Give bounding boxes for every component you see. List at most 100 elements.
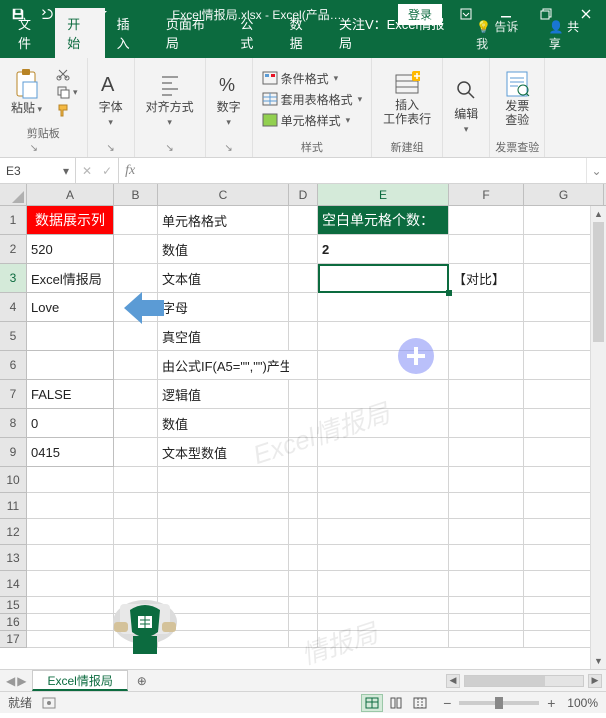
cell-a8[interactable]: 0 xyxy=(27,409,114,438)
share-button[interactable]: 👤 共享 xyxy=(539,12,600,58)
cell-a7[interactable]: FALSE xyxy=(27,380,114,409)
cell-f16[interactable] xyxy=(449,614,524,631)
format-painter-button[interactable] xyxy=(52,102,82,118)
cell-b6[interactable] xyxy=(114,351,158,380)
cell-b2[interactable] xyxy=(114,235,158,264)
scroll-up-icon[interactable]: ▲ xyxy=(591,206,606,222)
cell-b5[interactable] xyxy=(114,322,158,351)
cell-a4[interactable]: Love xyxy=(27,293,114,322)
copy-button[interactable]: ▾ xyxy=(52,84,82,100)
cell-f9[interactable] xyxy=(449,438,524,467)
cell-a3[interactable]: Excel情报局 xyxy=(27,264,114,293)
cell-e1[interactable]: 空白单元格个数： xyxy=(318,206,449,235)
cell-c4[interactable]: 字母 xyxy=(158,293,289,322)
col-header-c[interactable]: C xyxy=(158,184,289,205)
cell-a5[interactable] xyxy=(27,322,114,351)
horizontal-scrollbar[interactable] xyxy=(464,675,584,687)
arrow-shape[interactable] xyxy=(124,290,166,326)
tab-file[interactable]: 文件 xyxy=(6,8,55,58)
cell-f14[interactable] xyxy=(449,571,524,597)
cell-a6[interactable] xyxy=(27,351,114,380)
cell-b11[interactable] xyxy=(114,493,158,519)
alignment-dropdown[interactable]: 对齐方式▾ xyxy=(140,69,200,131)
number-dropdown[interactable]: %数字▾ xyxy=(211,69,247,131)
zoom-slider-track[interactable] xyxy=(459,701,539,705)
row-header[interactable]: 2 xyxy=(0,235,27,264)
row-header[interactable]: 17 xyxy=(0,631,27,648)
cell-d13[interactable] xyxy=(289,545,318,571)
name-box-dropdown-icon[interactable]: ▾ xyxy=(63,164,69,178)
cell-e14[interactable] xyxy=(318,571,449,597)
row-header[interactable]: 3 xyxy=(0,264,27,293)
cell-b10[interactable] xyxy=(114,467,158,493)
cell-e15[interactable] xyxy=(318,597,449,614)
col-header-e[interactable]: E xyxy=(318,184,449,205)
insert-sheet-row-button[interactable]: 插入 工作表行 xyxy=(377,69,437,129)
tell-me-input[interactable]: 💡 告诉我 xyxy=(466,12,539,58)
hscroll-right-icon[interactable]: ▶ xyxy=(588,674,602,688)
cell-c7[interactable]: 逻辑值 xyxy=(158,380,289,409)
zoom-slider-thumb[interactable] xyxy=(495,697,503,709)
cell-d2[interactable] xyxy=(289,235,318,264)
cell-f10[interactable] xyxy=(449,467,524,493)
paste-button[interactable]: 粘贴 ▾ xyxy=(5,66,48,118)
col-header-b[interactable]: B xyxy=(114,184,158,205)
new-sheet-button[interactable]: ⊕ xyxy=(128,670,156,691)
cell-c11[interactable] xyxy=(158,493,289,519)
row-header[interactable]: 5 xyxy=(0,322,27,351)
cell-e3[interactable] xyxy=(318,264,449,293)
cell-d16[interactable] xyxy=(289,614,318,631)
col-header-g[interactable]: G xyxy=(524,184,604,205)
row-header[interactable]: 4 xyxy=(0,293,27,322)
cell-f4[interactable] xyxy=(449,293,524,322)
cell-c13[interactable] xyxy=(158,545,289,571)
cell-c2[interactable]: 数值 xyxy=(158,235,289,264)
hscroll-left-icon[interactable]: ◀ xyxy=(446,674,460,688)
cell-c1[interactable]: 单元格格式 xyxy=(158,206,289,235)
row-header[interactable]: 13 xyxy=(0,545,27,571)
expand-formula-bar-icon[interactable]: ⌄ xyxy=(586,158,606,183)
cell-b9[interactable] xyxy=(114,438,158,467)
cell-e10[interactable] xyxy=(318,467,449,493)
cell-f11[interactable] xyxy=(449,493,524,519)
cell-f8[interactable] xyxy=(449,409,524,438)
editing-dropdown[interactable]: 编辑▾ xyxy=(448,76,484,138)
cell-a11[interactable] xyxy=(27,493,114,519)
cell-e11[interactable] xyxy=(318,493,449,519)
cut-button[interactable] xyxy=(52,66,82,82)
number-launcher-icon[interactable]: ↘ xyxy=(222,141,236,155)
zoom-out-button[interactable]: − xyxy=(441,695,453,711)
cell-f5[interactable] xyxy=(449,322,524,351)
tab-home[interactable]: 开始 xyxy=(55,8,104,58)
cell-a12[interactable] xyxy=(27,519,114,545)
sheet-nav-next-icon[interactable]: ▶ xyxy=(17,674,26,688)
cell-d1[interactable] xyxy=(289,206,318,235)
invoice-check-button[interactable]: 发票 查验 xyxy=(498,68,536,130)
row-header[interactable]: 16 xyxy=(0,614,27,631)
cell-styles-button[interactable]: 单元格样式 xyxy=(258,111,367,130)
cell-f7[interactable] xyxy=(449,380,524,409)
scrollbar-thumb[interactable] xyxy=(593,222,604,342)
cell-e16[interactable] xyxy=(318,614,449,631)
font-launcher-icon[interactable]: ↘ xyxy=(104,141,118,155)
row-header[interactable]: 10 xyxy=(0,467,27,493)
cell-f6[interactable] xyxy=(449,351,524,380)
cell-a10[interactable] xyxy=(27,467,114,493)
cell-d6[interactable] xyxy=(289,351,318,380)
format-as-table-button[interactable]: 套用表格格式 xyxy=(258,90,367,109)
row-header[interactable]: 1 xyxy=(0,206,27,235)
font-dropdown[interactable]: A字体▾ xyxy=(93,69,129,131)
cell-e9[interactable] xyxy=(318,438,449,467)
cell-c3[interactable]: 文本值 xyxy=(158,264,289,293)
clipart-image[interactable] xyxy=(100,592,190,664)
name-box[interactable]: E3▾ xyxy=(0,158,76,183)
cell-a2[interactable]: 520 xyxy=(27,235,114,264)
cell-c6[interactable]: 由公式IF(A5="","")产生的空值 xyxy=(158,351,289,380)
cell-b1[interactable] xyxy=(114,206,158,235)
view-page-break-button[interactable] xyxy=(409,694,431,712)
cell-e4[interactable] xyxy=(318,293,449,322)
col-header-f[interactable]: F xyxy=(449,184,524,205)
scroll-down-icon[interactable]: ▼ xyxy=(591,653,606,669)
cell-d10[interactable] xyxy=(289,467,318,493)
cell-e17[interactable] xyxy=(318,631,449,648)
